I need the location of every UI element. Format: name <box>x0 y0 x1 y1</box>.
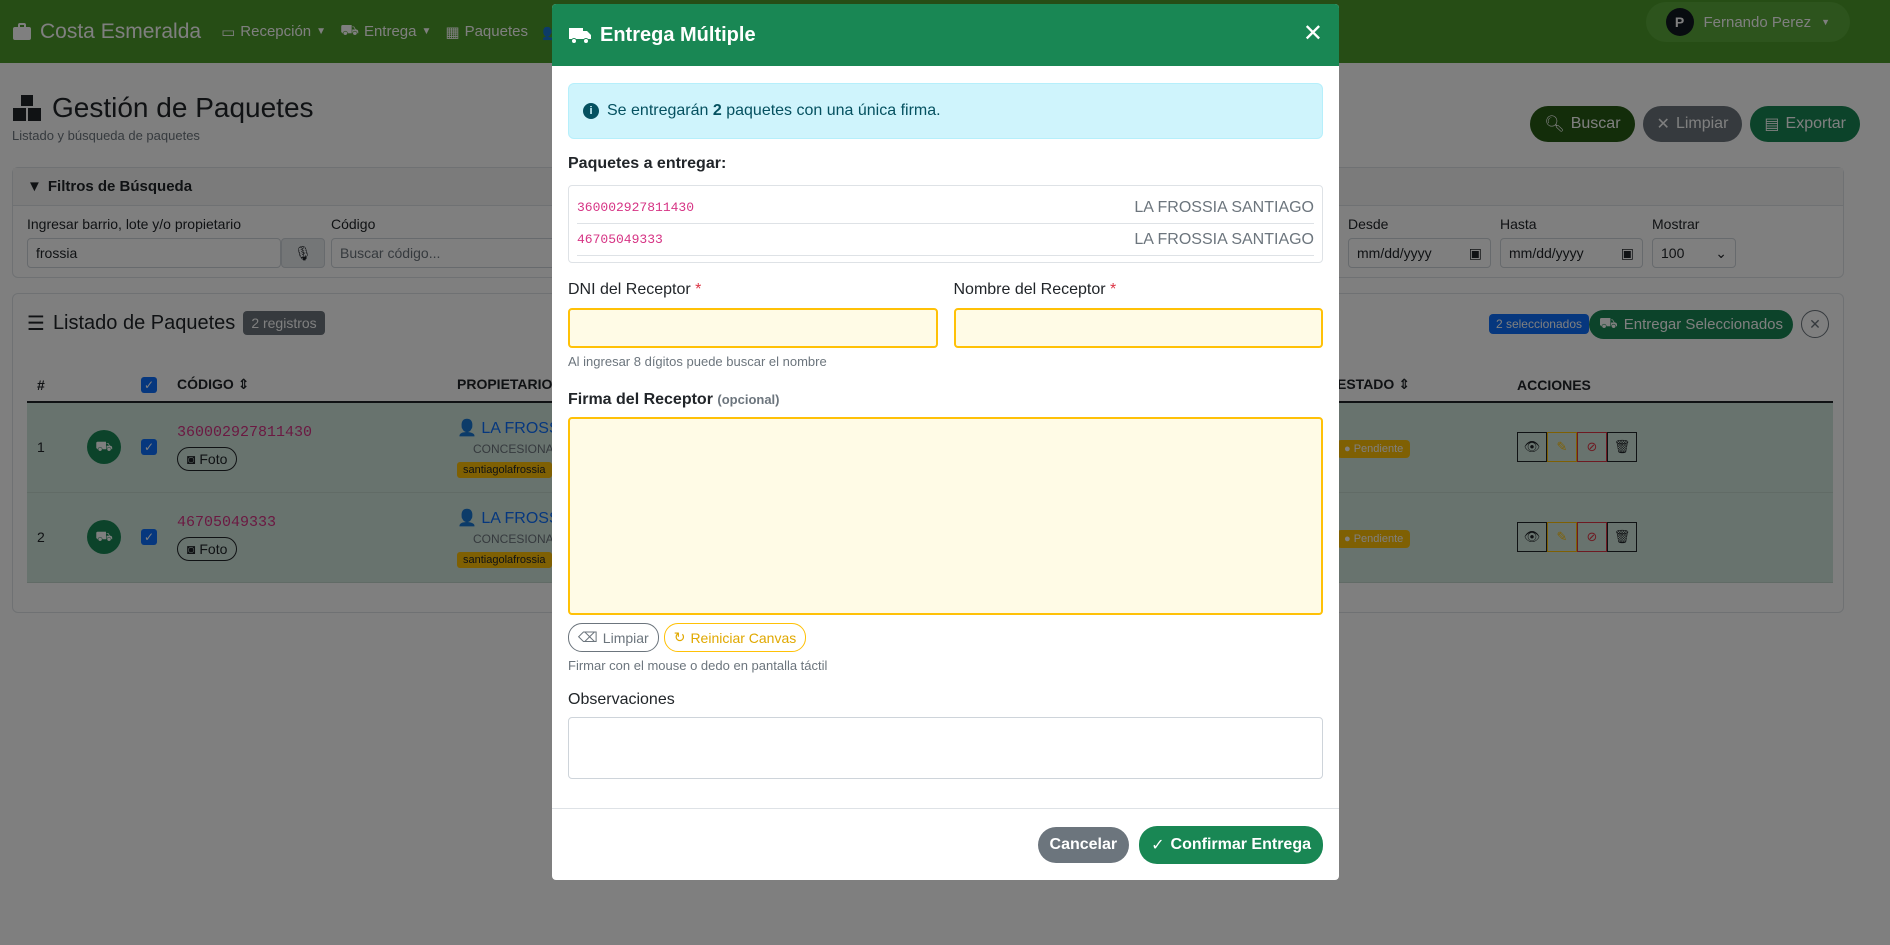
alert-pre: Se entregarán <box>607 102 709 119</box>
modal-title: Entrega Múltiple <box>600 23 756 46</box>
packages-label: Paquetes a entregar: <box>568 155 727 172</box>
dni-field[interactable] <box>568 308 938 348</box>
eraser-icon: ⌫ <box>578 629 598 645</box>
signature-optional: (opcional) <box>717 392 780 407</box>
dni-label-text: DNI del Receptor <box>568 281 691 298</box>
signature-buttons: ⌫ Limpiar ↻ Reiniciar Canvas <box>568 623 1323 652</box>
observaciones-label: Observaciones <box>568 691 675 708</box>
list-item: 360002927811430 LA FROSSIA SANTIAGO <box>577 192 1314 224</box>
close-icon[interactable]: ✕ <box>1303 22 1323 46</box>
alert-count: 2 <box>712 102 722 119</box>
package-code: 360002927811430 <box>577 200 695 215</box>
nombre-label: Nombre del Receptor * <box>954 281 1324 299</box>
confirm-delivery-button[interactable]: ✓ Confirmar Entrega <box>1139 825 1323 864</box>
alert-text: Se entregarán 2 paquetes con una única f… <box>607 102 941 120</box>
signature-label-text: Firma del Receptor <box>568 391 713 408</box>
modal-body: i Se entregarán 2 paquetes con una única… <box>568 83 1323 779</box>
package-owner: LA FROSSIA SANTIAGO <box>1134 198 1314 216</box>
nombre-field[interactable] <box>953 308 1323 348</box>
refresh-icon: ↻ <box>673 629 686 645</box>
clear-signature-label: Limpiar <box>602 629 649 646</box>
required-mark: * <box>1110 281 1117 298</box>
alert-post: paquetes con una única firma. <box>726 102 941 119</box>
modal-footer: Cancelar ✓ Confirmar Entrega <box>552 808 1339 880</box>
check-icon: ✓ <box>1151 836 1165 854</box>
required-mark: * <box>695 281 702 298</box>
signature-canvas[interactable] <box>568 417 1323 615</box>
clear-signature-button[interactable]: ⌫ Limpiar <box>568 623 659 652</box>
receptor-fields: DNI del Receptor * Al ingresar 8 dígitos… <box>568 281 1323 369</box>
observaciones-field[interactable] <box>568 717 1323 779</box>
multi-delivery-modal: Entrega Múltiple ✕ i Se entregarán 2 paq… <box>552 4 1339 880</box>
dni-label: DNI del Receptor * <box>568 281 938 299</box>
nombre-label-text: Nombre del Receptor <box>953 281 1106 298</box>
reset-canvas-button[interactable]: ↻ Reiniciar Canvas <box>663 623 807 652</box>
packages-list: 360002927811430 LA FROSSIA SANTIAGO 4670… <box>568 185 1323 263</box>
package-code: 46705049333 <box>577 232 663 247</box>
dni-field-group: DNI del Receptor * Al ingresar 8 dígitos… <box>568 281 938 369</box>
signature-label: Firma del Receptor (opcional) <box>568 391 1323 409</box>
truck-icon <box>569 28 591 44</box>
dni-hint: Al ingresar 8 dígitos puede buscar el no… <box>568 354 827 369</box>
cancel-button-label: Cancelar <box>1049 835 1118 853</box>
list-item: 46705049333 LA FROSSIA SANTIAGO <box>577 224 1314 256</box>
confirm-delivery-label: Confirmar Entrega <box>1170 835 1311 853</box>
reset-canvas-label: Reiniciar Canvas <box>690 629 797 646</box>
nombre-field-group: Nombre del Receptor * <box>953 281 1324 369</box>
info-alert: i Se entregarán 2 paquetes con una única… <box>568 83 1323 139</box>
package-owner: LA FROSSIA SANTIAGO <box>1134 230 1314 248</box>
cancel-button[interactable]: Cancelar <box>1037 826 1130 863</box>
signature-hint: Firmar con el mouse o dedo en pantalla t… <box>568 658 828 673</box>
modal-header: Entrega Múltiple ✕ <box>552 4 1339 66</box>
info-icon: i <box>583 103 599 119</box>
